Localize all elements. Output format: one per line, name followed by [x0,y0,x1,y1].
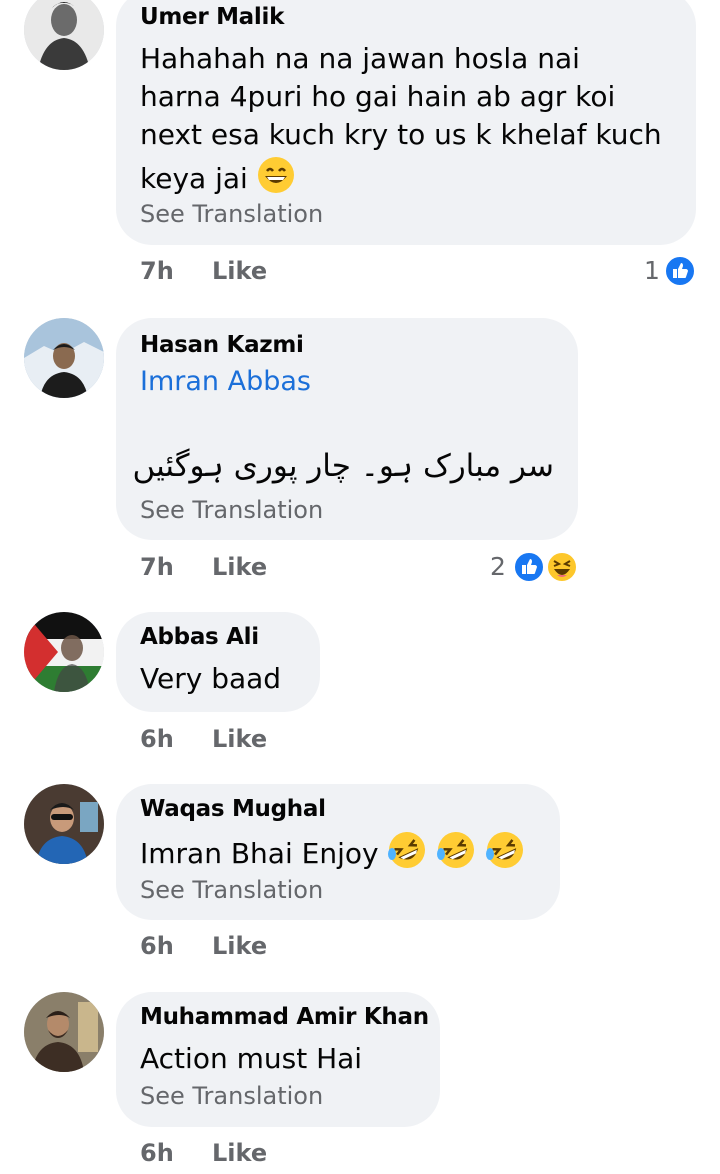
haha-reaction-icon[interactable] [546,551,578,583]
mention-link[interactable]: Imran Abbas [140,366,311,397]
rofl-emoji [485,830,525,880]
rofl-emoji [436,830,476,880]
comment-author[interactable]: Waqas Mughal [140,796,326,822]
rofl-emoji [387,830,427,880]
reaction-count[interactable]: 1 [644,256,660,285]
like-reaction-icon[interactable] [664,255,696,287]
comment-line: keya jai [140,162,248,195]
comment-line: harna 4puri ho gai hain ab agr koi [140,80,616,113]
like-button[interactable]: Like [212,932,267,960]
avatar[interactable] [24,0,104,70]
comment-bubble: Waqas Mughal Imran Bhai Enjoy See Transl… [116,784,560,920]
like-button[interactable]: Like [212,257,267,285]
comment-time[interactable]: 6h [140,1139,174,1167]
comment-line: Action must Hai [140,1042,363,1075]
comment-line-last: keya jai [140,156,295,204]
comment-line-with-emoji: Imran Bhai Enjoy [140,830,525,880]
comment-time[interactable]: 7h [140,257,174,285]
comment-urdu-text: سر مبارک ہو۔ چار پوری ہوگئیں [132,448,554,484]
reaction-count[interactable]: 2 [490,552,506,581]
comment-line: Very baad [140,662,282,695]
like-button[interactable]: Like [212,725,267,753]
comment-author[interactable]: Abbas Ali [140,624,259,650]
see-translation-link[interactable]: See Translation [140,876,323,904]
comment-author[interactable]: Muhammad Amir Khan [140,1004,429,1030]
comment-bubble: Hasan Kazmi Imran Abbas سر مبارک ہو۔ چار… [116,318,578,540]
comment-bubble: Muhammad Amir Khan Action must Hai See T… [116,992,440,1127]
grinning-emoji [257,156,295,204]
comment-author[interactable]: Umer Malik [140,4,284,30]
see-translation-link[interactable]: See Translation [140,200,323,228]
like-reaction-icon[interactable] [513,551,545,583]
avatar[interactable] [24,992,104,1072]
see-translation-link[interactable]: See Translation [140,496,323,524]
comment-line: next esa kuch kry to us k khelaf kuch [140,118,662,151]
comment-line: Hahahah na na jawan hosla nai [140,42,580,75]
comment-time[interactable]: 7h [140,553,174,581]
comment-time[interactable]: 6h [140,725,174,753]
avatar[interactable] [24,784,104,864]
like-button[interactable]: Like [212,553,267,581]
comment-bubble: Umer Malik Hahahah na na jawan hosla nai… [116,0,696,245]
like-button[interactable]: Like [212,1139,267,1167]
comment-line: Imran Bhai Enjoy [140,837,379,870]
avatar[interactable] [24,318,104,398]
comment-time[interactable]: 6h [140,932,174,960]
avatar[interactable] [24,612,104,692]
comment-author[interactable]: Hasan Kazmi [140,332,304,358]
comment-bubble: Abbas Ali Very baad [116,612,320,712]
see-translation-link[interactable]: See Translation [140,1082,323,1110]
